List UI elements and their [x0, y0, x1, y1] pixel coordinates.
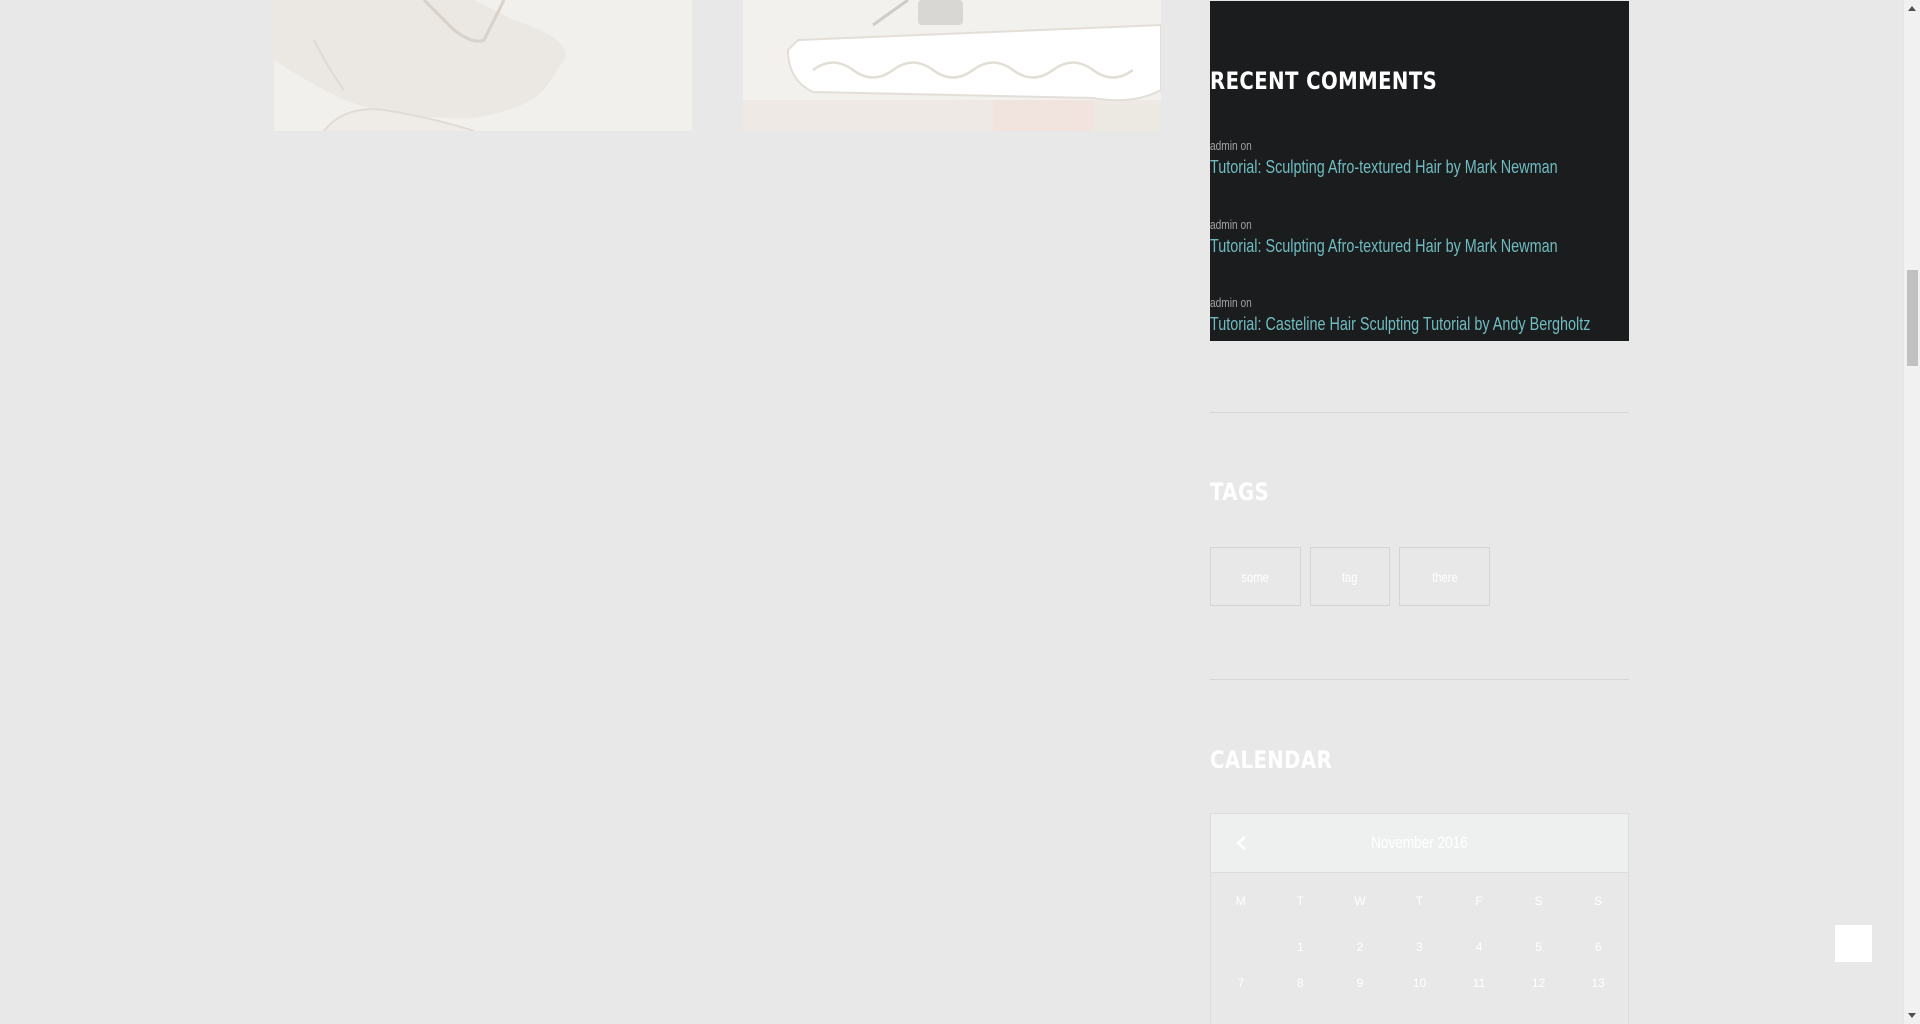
- calendar-day: 9: [1356, 976, 1364, 990]
- calendar-header: November 2016: [1211, 814, 1628, 873]
- widget-divider: [1210, 679, 1629, 680]
- tag-label: some: [1241, 568, 1270, 585]
- weekday-row: M T W T F S S: [1211, 873, 1628, 929]
- weekday-label: S: [1594, 894, 1603, 908]
- tag-label: there: [1431, 568, 1458, 585]
- comment-author: admin: [1210, 295, 1238, 310]
- weekday-label: T: [1296, 894, 1305, 908]
- calendar-grid: M T W T F S S 1 2 3 4 5 6 7 8 9 10 11 12…: [1211, 873, 1628, 1001]
- recent-comments-title: RECENT COMMENTS: [1210, 67, 1438, 95]
- carved-base-image: [743, 0, 1161, 131]
- scrollbar-thumb[interactable]: [1907, 270, 1918, 366]
- weekday-label: T: [1415, 894, 1424, 908]
- calendar-day: 2: [1356, 940, 1364, 954]
- calendar-day: 11: [1472, 976, 1486, 990]
- weekday-label: F: [1475, 894, 1483, 908]
- comment-author: admin: [1210, 138, 1238, 153]
- comment-on: on: [1240, 138, 1252, 153]
- comment-post-link[interactable]: Tutorial: Casteline Hair Sculpting Tutor…: [1210, 312, 1590, 336]
- calendar-day: 1: [1297, 940, 1304, 954]
- sculpture-image: [274, 0, 692, 131]
- calendar-day: 7: [1237, 976, 1245, 990]
- comment-post-link[interactable]: Tutorial: Sculpting Afro-textured Hair b…: [1210, 234, 1558, 258]
- calendar-day: 12: [1531, 976, 1546, 990]
- calendar-day: 8: [1297, 976, 1304, 990]
- calendar-widget: November 2016 M T W T F S S 1 2 3 4 5 6 …: [1210, 813, 1629, 1024]
- comment-on: on: [1240, 217, 1252, 232]
- calendar-day: 10: [1412, 976, 1427, 990]
- comment-meta: admin on: [1210, 137, 1537, 155]
- weekday-label: M: [1235, 894, 1246, 908]
- calendar-prev-month-button[interactable]: [1233, 834, 1251, 852]
- vertical-scrollbar[interactable]: [1903, 0, 1920, 1024]
- tags-title: TAGS: [1210, 478, 1270, 506]
- page: RECENT COMMENTS admin on Tutorial: Sculp…: [0, 0, 1920, 1024]
- comment-item: admin on Tutorial: Casteline Hair Sculpt…: [1210, 294, 1629, 336]
- comment-item: admin on Tutorial: Sculpting Afro-textur…: [1210, 137, 1629, 179]
- post-thumbnail-left[interactable]: [274, 0, 692, 131]
- widget-divider: [1210, 412, 1629, 413]
- tag-label: tag: [1342, 568, 1358, 585]
- chevron-left-icon: [1236, 836, 1246, 850]
- calendar-day: [1211, 929, 1271, 965]
- back-to-top-button[interactable]: [1835, 925, 1872, 962]
- calendar-day: 6: [1594, 940, 1602, 954]
- post-thumbnail-right[interactable]: [743, 0, 1161, 131]
- calendar-week: 7 8 9 10 11 12 13: [1211, 965, 1628, 1001]
- scroll-up-arrow-icon[interactable]: [1904, 0, 1920, 16]
- calendar-day: 5: [1535, 940, 1542, 954]
- weekday-label: W: [1354, 894, 1366, 908]
- calendar-title: CALENDAR: [1210, 746, 1333, 774]
- scroll-down-arrow-icon[interactable]: [1904, 1008, 1920, 1024]
- comment-on: on: [1240, 295, 1252, 310]
- weekday-label: S: [1534, 894, 1543, 908]
- tag-some[interactable]: some: [1210, 547, 1301, 606]
- comment-author: admin: [1210, 217, 1238, 232]
- tag-cloud: some tag there: [1210, 547, 1490, 606]
- calendar-day: 13: [1591, 976, 1605, 990]
- tag-tag[interactable]: tag: [1310, 547, 1390, 606]
- calendar-week: 1 2 3 4 5 6: [1211, 929, 1628, 965]
- comment-post-link[interactable]: Tutorial: Sculpting Afro-textured Hair b…: [1210, 155, 1558, 179]
- recent-comments-widget: RECENT COMMENTS admin on Tutorial: Sculp…: [1210, 1, 1629, 341]
- calendar-day: 3: [1416, 940, 1423, 954]
- comment-item: admin on Tutorial: Sculpting Afro-textur…: [1210, 216, 1629, 258]
- calendar-day: 4: [1475, 940, 1483, 954]
- tag-there[interactable]: there: [1399, 547, 1490, 606]
- calendar-caption: November 2016: [1371, 833, 1468, 852]
- comment-meta: admin on: [1210, 216, 1537, 234]
- comment-meta: admin on: [1210, 294, 1537, 312]
